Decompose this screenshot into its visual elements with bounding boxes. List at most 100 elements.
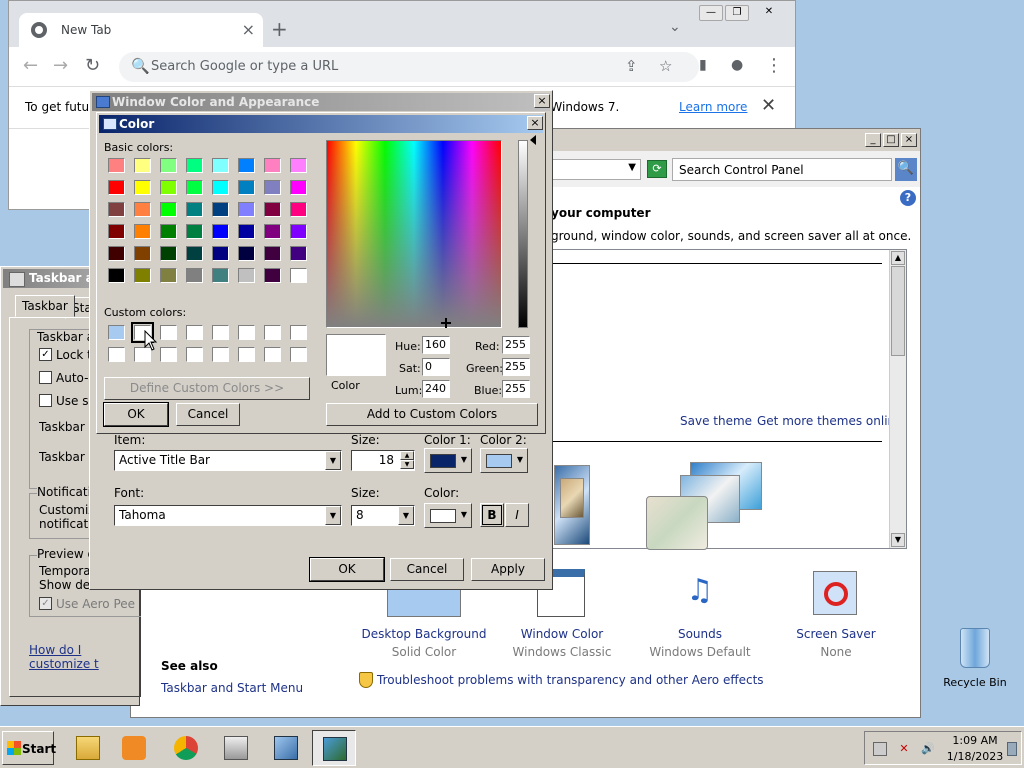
scroll-up-icon[interactable]: ▲ — [891, 251, 905, 265]
volume-icon[interactable]: 🔊 — [921, 742, 935, 756]
chrome-tab-new-tab[interactable]: New Tab × — [19, 13, 263, 47]
basic-color-swatch[interactable] — [212, 180, 229, 195]
tab-search-icon[interactable]: ⌄ — [669, 19, 681, 35]
wca-cancel-button[interactable]: Cancel — [390, 558, 464, 581]
basic-color-swatch[interactable] — [264, 224, 281, 239]
basic-color-swatch[interactable] — [160, 268, 177, 283]
basic-color-swatch[interactable] — [186, 158, 203, 173]
basic-color-swatch[interactable] — [186, 202, 203, 217]
start-button[interactable]: Start — [2, 731, 56, 765]
sat-input[interactable]: 0 — [422, 358, 450, 376]
basic-color-swatch[interactable] — [238, 224, 255, 239]
basic-color-swatch[interactable] — [238, 202, 255, 217]
basic-color-swatch[interactable] — [186, 246, 203, 261]
color-cancel-button[interactable]: Cancel — [176, 403, 240, 426]
italic-button[interactable]: I — [505, 503, 529, 527]
basic-color-swatch[interactable] — [290, 180, 307, 195]
refresh-icon[interactable]: ⟳ — [647, 160, 667, 178]
basic-color-swatch[interactable] — [212, 202, 229, 217]
back-button[interactable]: ← — [23, 55, 38, 76]
basic-color-swatch[interactable] — [290, 246, 307, 261]
wca-apply-button[interactable]: Apply — [471, 558, 545, 581]
basic-color-swatch[interactable] — [238, 268, 255, 283]
spin-up-icon[interactable]: ▲ — [400, 451, 414, 460]
bold-button[interactable]: B — [480, 503, 504, 527]
custom-color-swatch[interactable] — [212, 347, 229, 362]
wca-ok-button[interactable]: OK — [309, 557, 385, 582]
basic-color-swatch[interactable] — [160, 246, 177, 261]
color1-button[interactable]: ▼ — [424, 448, 472, 473]
scroll-thumb[interactable] — [891, 266, 905, 356]
luminosity-arrow-icon[interactable] — [530, 135, 536, 145]
basic-color-swatch[interactable] — [264, 246, 281, 261]
basic-color-swatch[interactable] — [108, 224, 125, 239]
taskbar-explorer[interactable] — [66, 730, 110, 766]
troubleshoot-link[interactable]: Troubleshoot problems with transparency … — [377, 673, 764, 687]
basic-color-swatch[interactable] — [238, 158, 255, 173]
custom-color-swatch[interactable] — [264, 325, 281, 340]
clock-time[interactable]: 1:09 AM — [947, 734, 1003, 747]
cp-minimize-button[interactable]: _ — [865, 133, 881, 147]
show-desktop-icon[interactable] — [1007, 742, 1017, 756]
lum-input[interactable]: 240 — [422, 380, 450, 398]
learn-more-link[interactable]: Learn more — [679, 100, 747, 114]
help-link[interactable]: How do I customize t — [29, 643, 139, 671]
color-close-button[interactable]: × — [527, 116, 543, 130]
taskbar-start-menu-link[interactable]: Taskbar and Start Menu — [161, 681, 303, 695]
basic-color-swatch[interactable] — [264, 158, 281, 173]
basic-color-swatch[interactable] — [160, 158, 177, 173]
chrome-menu-icon[interactable]: ⋮ — [765, 55, 783, 76]
taskbar-chrome[interactable] — [164, 730, 208, 766]
search-icon[interactable]: 🔍 — [895, 158, 917, 181]
basic-color-swatch[interactable] — [264, 202, 281, 217]
basic-color-swatch[interactable] — [108, 180, 125, 195]
autohide-checkbox[interactable] — [39, 371, 52, 384]
custom-color-swatch[interactable] — [238, 325, 255, 340]
basic-color-swatch[interactable] — [160, 180, 177, 195]
color2-button[interactable]: ▼ — [480, 448, 528, 473]
basic-color-swatch[interactable] — [108, 202, 125, 217]
basic-color-swatch[interactable] — [212, 158, 229, 173]
save-theme-link[interactable]: Save theme — [680, 414, 752, 428]
tab-close-icon[interactable]: × — [242, 20, 255, 39]
basic-color-swatch[interactable] — [212, 268, 229, 283]
basic-color-swatch[interactable] — [238, 246, 255, 261]
define-custom-colors-button[interactable]: Define Custom Colors >> — [104, 377, 310, 400]
search-control-panel-input[interactable]: Search Control Panel — [672, 158, 892, 181]
basic-color-swatch[interactable] — [290, 158, 307, 173]
taskbar-control-panel[interactable] — [264, 730, 308, 766]
basic-color-swatch[interactable] — [108, 268, 125, 283]
basic-color-swatch[interactable] — [160, 202, 177, 217]
new-tab-button[interactable]: + — [271, 17, 288, 41]
basic-color-swatch[interactable] — [186, 180, 203, 195]
basic-color-swatch[interactable] — [134, 180, 151, 195]
scroll-down-icon[interactable]: ▼ — [891, 533, 905, 547]
item-select[interactable]: Active Title Bar ▼ — [114, 450, 342, 471]
omnibox[interactable]: 🔍 Search Google or type a URL ⇪ ☆ — [119, 52, 699, 82]
basic-color-swatch[interactable] — [238, 180, 255, 195]
basic-color-swatch[interactable] — [134, 246, 151, 261]
color-ok-button[interactable]: OK — [103, 402, 169, 427]
basic-color-swatch[interactable] — [290, 202, 307, 217]
custom-color-swatch[interactable] — [108, 325, 125, 340]
side-panel-icon[interactable]: ▮ — [699, 57, 707, 73]
custom-color-swatch[interactable] — [238, 347, 255, 362]
custom-color-swatch[interactable] — [264, 347, 281, 362]
tab-taskbar[interactable]: Taskbar — [15, 295, 75, 317]
basic-color-swatch[interactable] — [186, 268, 203, 283]
restore-button[interactable]: ❐ — [725, 5, 749, 21]
network-icon[interactable]: ✕ — [897, 742, 911, 756]
custom-color-swatch[interactable] — [290, 347, 307, 362]
infobar-close-icon[interactable]: ✕ — [761, 95, 776, 116]
basic-color-swatch[interactable] — [108, 158, 125, 173]
basic-color-swatch[interactable] — [134, 268, 151, 283]
custom-color-swatch[interactable] — [290, 325, 307, 340]
spin-down-icon[interactable]: ▼ — [400, 460, 414, 469]
theme-thumbnail[interactable] — [560, 478, 584, 518]
address-box[interactable]: ▼ — [551, 159, 641, 180]
clock-date[interactable]: 1/18/2023 — [943, 750, 1007, 763]
forward-button[interactable]: → — [53, 55, 68, 76]
custom-color-swatch[interactable] — [186, 347, 203, 362]
action-center-icon[interactable] — [873, 742, 887, 756]
basic-color-swatch[interactable] — [186, 224, 203, 239]
